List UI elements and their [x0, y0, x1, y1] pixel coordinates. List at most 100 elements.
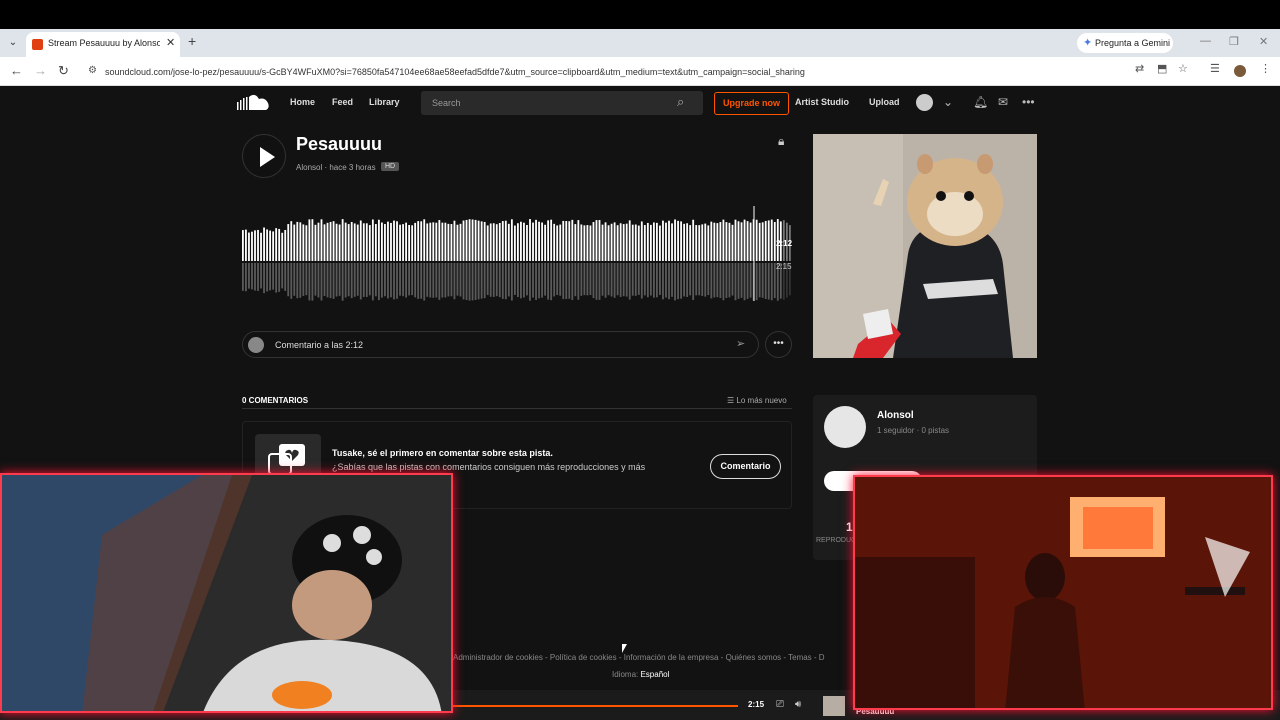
waveform-bar [692, 219, 695, 261]
reload-icon[interactable]: ↻ [58, 63, 69, 79]
gemini-label: Pregunta a Gemini [1095, 38, 1171, 48]
waveform-reflection-bar [462, 263, 465, 300]
waveform-reflection-bar [544, 263, 547, 296]
sort-dropdown[interactable]: ☰ Lo más nuevo [727, 396, 787, 405]
language-selector[interactable]: Idioma: Español [612, 670, 669, 679]
waveform-bar [320, 219, 323, 261]
footer-links[interactable]: Administrador de cookies - Política de c… [453, 653, 825, 662]
waveform-bar [329, 221, 332, 261]
waveform-reflection-bar [520, 263, 522, 299]
restore-icon[interactable]: ❐ [1229, 35, 1239, 48]
waveform-reflection-bar [414, 263, 417, 298]
waveform-reflection-bar [601, 263, 604, 296]
waveform-bar [701, 224, 704, 261]
sort-icon: ☰ [727, 396, 737, 405]
user-avatar[interactable] [916, 94, 933, 111]
translate-icon[interactable]: ⇄ [1135, 62, 1144, 75]
waveform-reflection-bar [671, 263, 673, 297]
waveform-reflection-bar [426, 263, 429, 297]
nav-library[interactable]: Library [369, 97, 400, 107]
waveform-bar [634, 224, 637, 261]
waveform-reflection-bar [471, 263, 474, 301]
nav-feed[interactable]: Feed [332, 97, 353, 107]
minimize-icon[interactable]: — [1200, 35, 1211, 47]
volume-icon[interactable]: 🔊︎ [795, 699, 801, 710]
waveform-bar [532, 222, 534, 261]
play-button[interactable] [242, 134, 286, 178]
waveform-reflection-bar [713, 263, 716, 298]
messages-envelope-icon[interactable]: ✉ [998, 95, 1008, 109]
language-value[interactable]: Español [640, 670, 669, 679]
playhead[interactable] [753, 206, 755, 301]
nav-home[interactable]: Home [290, 97, 315, 107]
waveform-reflection-bar [381, 263, 383, 298]
waveform-reflection-bar [272, 263, 275, 290]
browser-menu-icon[interactable]: ⋮ [1260, 62, 1271, 75]
tab-search-icon[interactable]: ⌄ [6, 36, 20, 50]
waveform-bar [420, 221, 423, 261]
waveform-bar [580, 224, 583, 261]
waveform-bar [456, 224, 459, 261]
private-lock-icon: 🔒︎ [778, 134, 785, 148]
waveform-reflection-bar [634, 263, 637, 296]
player-artwork-thumbnail[interactable] [823, 696, 845, 716]
artist-studio-link[interactable]: Artist Studio [795, 97, 849, 107]
webcam-overlay-left [0, 473, 453, 713]
notifications-bell-icon[interactable]: 🔔︎ [973, 95, 988, 109]
waveform-bar [350, 221, 353, 261]
waveform-reflection-bar [323, 263, 326, 296]
waveform-reflection-bar [335, 263, 338, 297]
waveform-reflection-bar [251, 263, 253, 290]
upload-link[interactable]: Upload [869, 97, 900, 107]
browser-tab[interactable]: Stream Pesauuuu by Alonsol | L ✕ [26, 32, 180, 57]
waveform-reflection-bar [311, 263, 314, 301]
waveform-reflection-bar [607, 263, 610, 296]
cast-icon[interactable]: ⎚ [776, 699, 784, 710]
search-icon[interactable]: ⌕ [677, 94, 684, 110]
artist-avatar[interactable] [824, 406, 866, 448]
waveform-bar [607, 225, 610, 261]
upgrade-button[interactable]: Upgrade now [714, 92, 789, 115]
waveform-reflection-bar [438, 263, 441, 300]
install-icon[interactable]: ⬒ [1157, 62, 1167, 75]
comment-input[interactable]: Comentario a las 2:12 ➢ [242, 331, 759, 358]
forward-icon[interactable]: → [34, 63, 47, 78]
send-comment-icon[interactable]: ➢ [736, 337, 745, 350]
waveform-reflection-bar [332, 263, 335, 299]
waveform-reflection-bar [589, 263, 592, 295]
gemini-button[interactable]: ✦ Pregunta a Gemini [1077, 33, 1173, 53]
comment-button[interactable]: Comentario [710, 454, 781, 479]
back-icon[interactable]: ← [10, 63, 23, 78]
waveform-reflection-bar [710, 263, 713, 299]
waveform-bar [480, 221, 483, 261]
waveform-reflection-bar [468, 263, 471, 301]
new-tab-icon[interactable]: + [188, 33, 196, 49]
playback-progress-bar[interactable] [450, 705, 738, 707]
waveform-reflection-bar [613, 263, 616, 298]
waveform-reflection-bar [574, 263, 577, 297]
waveform[interactable] [242, 206, 792, 301]
waveform-bar [628, 220, 631, 261]
bookmark-star-icon[interactable]: ☆ [1178, 62, 1188, 75]
site-info-icon[interactable]: ⚙ [88, 65, 97, 76]
waveform-reflection-bar [716, 263, 719, 298]
url-field[interactable]: ⚙ soundcloud.com/jose-lo-pez/pesauuuu/s-… [80, 61, 1198, 82]
waveform-bar [637, 225, 640, 261]
track-more-button[interactable]: ••• [765, 331, 792, 358]
waveform-reflection-bar [668, 263, 670, 300]
close-tab-icon[interactable]: ✕ [166, 36, 175, 49]
search-input[interactable]: Search ⌕ [421, 91, 703, 115]
reading-list-icon[interactable]: ☰ [1210, 62, 1220, 75]
waveform-bar [423, 219, 426, 261]
track-artwork [813, 134, 1037, 358]
window-close-icon[interactable]: ✕ [1259, 35, 1268, 48]
chevron-down-icon[interactable]: ⌄ [943, 95, 953, 109]
waveform-bar [631, 224, 634, 261]
more-options-icon[interactable]: ••• [1022, 95, 1035, 109]
soundcloud-logo-icon[interactable] [237, 94, 270, 110]
address-bar-row: ← → ↻ ⚙ soundcloud.com/jose-lo-pez/pesau… [0, 57, 1280, 86]
waveform-reflection-bar [565, 263, 568, 299]
profile-avatar[interactable] [1234, 65, 1246, 77]
artist-name[interactable]: Alonsol [877, 410, 914, 421]
track-meta[interactable]: Alonsol · hace 3 horas [296, 163, 376, 172]
